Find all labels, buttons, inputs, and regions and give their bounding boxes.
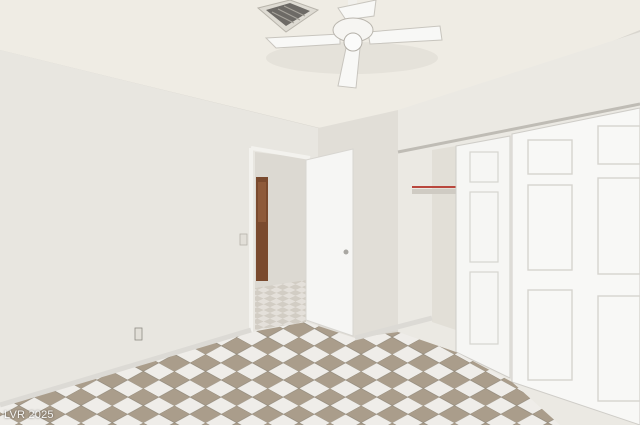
door-knob xyxy=(343,249,349,255)
light-switch xyxy=(239,233,248,246)
room-illustration xyxy=(0,0,640,425)
bedroom-door xyxy=(305,148,354,337)
wall-outlet xyxy=(134,327,143,341)
watermark: LVR 2025 xyxy=(4,409,54,421)
closet-door-right xyxy=(511,107,640,425)
closet-door-left xyxy=(455,135,511,379)
closet-rod-shelf xyxy=(412,189,456,194)
closet-opening xyxy=(432,146,456,330)
hallway-floor xyxy=(255,280,306,330)
room-photo: LVR 2025 xyxy=(0,0,640,425)
